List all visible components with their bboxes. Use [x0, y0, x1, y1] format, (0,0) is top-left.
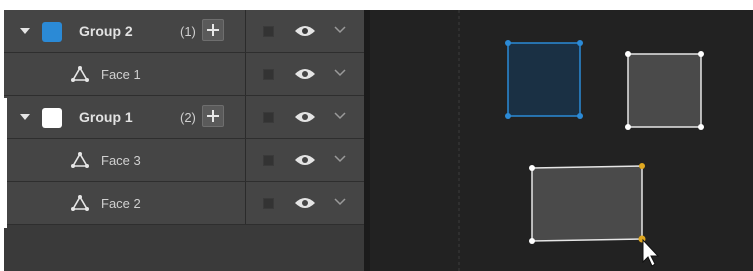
- chevron-down-icon[interactable]: [334, 26, 346, 34]
- layer-face-row[interactable]: Face 1: [4, 53, 364, 96]
- group-count: (1): [180, 24, 196, 39]
- layer-group-row[interactable]: Group 1 (2): [4, 96, 364, 139]
- lock-checkbox[interactable]: [263, 69, 274, 80]
- layer-group-row[interactable]: Group 2 (1): [4, 10, 364, 53]
- chevron-down-icon[interactable]: [334, 155, 346, 163]
- caret-down-icon[interactable]: [20, 114, 30, 120]
- add-face-button[interactable]: [202, 19, 224, 41]
- add-face-button[interactable]: [202, 105, 224, 127]
- triangle-mesh-icon: [71, 195, 89, 211]
- vertex-handle[interactable]: [698, 51, 704, 57]
- face-shape[interactable]: [625, 51, 704, 130]
- group-count: (2): [180, 110, 196, 125]
- vertex-handle[interactable]: [577, 40, 583, 46]
- chevron-down-icon[interactable]: [334, 112, 346, 120]
- lock-checkbox[interactable]: [263, 198, 274, 209]
- eye-icon[interactable]: [294, 110, 316, 124]
- canvas-viewport[interactable]: [370, 10, 753, 271]
- vertex-handle[interactable]: [625, 51, 631, 57]
- layers-panel: Group 2 (1) Face 1 Group 1 (2) Face 3 Fa…: [4, 10, 364, 271]
- group-color-swatch[interactable]: [42, 108, 62, 128]
- face-name: Face 3: [101, 153, 141, 168]
- layer-name-cell: Face 3: [4, 139, 246, 181]
- face-quad: [531, 165, 643, 242]
- vertex-handle[interactable]: [529, 165, 535, 171]
- eye-icon[interactable]: [294, 24, 316, 38]
- chevron-down-icon[interactable]: [334, 198, 346, 206]
- eye-icon[interactable]: [294, 196, 316, 210]
- vertex-handle[interactable]: [505, 113, 511, 119]
- chevron-down-icon[interactable]: [334, 69, 346, 77]
- layer-name-cell: Face 1: [4, 53, 246, 95]
- group-name: Group 1: [79, 109, 133, 125]
- plus-icon: [207, 24, 219, 36]
- mouse-pointer-icon: [642, 238, 660, 267]
- eye-icon[interactable]: [294, 153, 316, 167]
- caret-down-icon[interactable]: [20, 28, 30, 34]
- vertex-handle[interactable]: [577, 113, 583, 119]
- lock-checkbox[interactable]: [263, 26, 274, 37]
- vertex-handle[interactable]: [505, 40, 511, 46]
- layer-name-cell: Face 2: [4, 182, 246, 224]
- editor-window: Group 2 (1) Face 1 Group 1 (2) Face 3 Fa…: [4, 10, 753, 271]
- layer-name-cell: Group 1 (2): [4, 96, 246, 138]
- vertex-handle[interactable]: [698, 124, 704, 130]
- layer-name-cell: Group 2 (1): [4, 10, 246, 52]
- eye-icon[interactable]: [294, 67, 316, 81]
- face-name: Face 2: [101, 196, 141, 211]
- group-name: Group 2: [79, 23, 133, 39]
- triangle-mesh-icon: [71, 152, 89, 168]
- face-shape[interactable]: [529, 163, 646, 244]
- layer-face-row[interactable]: Face 2: [4, 182, 364, 225]
- active-group-indicator: [4, 98, 7, 228]
- group-color-swatch[interactable]: [42, 22, 62, 42]
- plus-icon: [207, 110, 219, 122]
- face-name: Face 1: [101, 67, 141, 82]
- lock-checkbox[interactable]: [263, 155, 274, 166]
- vertex-handle[interactable]: [625, 124, 631, 130]
- vertex-handle[interactable]: [529, 238, 535, 244]
- lock-checkbox[interactable]: [263, 112, 274, 123]
- layer-face-row[interactable]: Face 3: [4, 139, 364, 182]
- triangle-mesh-icon: [71, 66, 89, 82]
- canvas-drawing: [458, 10, 704, 271]
- vertex-handle-highlighted[interactable]: [639, 163, 645, 169]
- selected-face-shape[interactable]: [505, 40, 583, 119]
- face-quad: [627, 53, 702, 128]
- face-quad-selected: [507, 42, 581, 117]
